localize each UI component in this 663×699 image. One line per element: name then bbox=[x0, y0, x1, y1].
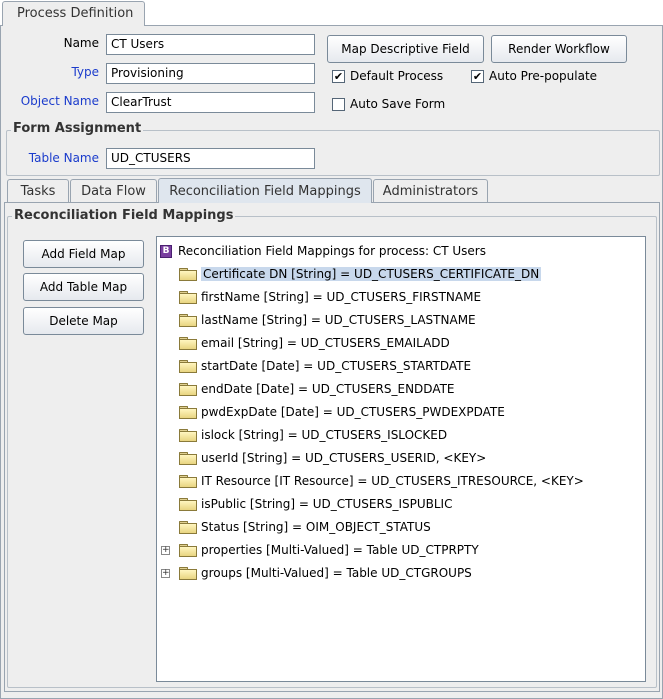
tree-item-label: startDate [Date] = UD_CTUSERS_STARTDATE bbox=[201, 359, 472, 373]
tree-item-label: firstName [String] = UD_CTUSERS_FIRSTNAM… bbox=[201, 290, 482, 304]
tree-item[interactable]: IT Resource [IT Resource] = UD_CTUSERS_I… bbox=[179, 471, 584, 491]
tree-item-label: Certificate DN [String] = UD_CTUSERS_CER… bbox=[201, 267, 542, 281]
tree-item[interactable]: Certificate DN [String] = UD_CTUSERS_CER… bbox=[179, 264, 542, 284]
type-field[interactable]: Provisioning bbox=[106, 63, 315, 84]
folder-icon bbox=[179, 497, 197, 511]
folder-icon bbox=[179, 336, 197, 350]
object-name-label: Object Name bbox=[20, 94, 99, 108]
tree-item-label: endDate [Date] = UD_CTUSERS_ENDDATE bbox=[201, 382, 455, 396]
process-root-icon: B bbox=[160, 244, 172, 258]
folder-icon bbox=[179, 566, 197, 580]
tree-item-label: IT Resource [IT Resource] = UD_CTUSERS_I… bbox=[201, 474, 584, 488]
tree-item[interactable]: email [String] = UD_CTUSERS_EMAILADD bbox=[179, 333, 450, 353]
folder-icon bbox=[179, 520, 197, 534]
mappings-tree[interactable]: B Reconciliation Field Mappings for proc… bbox=[156, 236, 646, 682]
tab-process-definition[interactable]: Process Definition bbox=[2, 1, 145, 26]
folder-icon bbox=[179, 474, 197, 488]
name-field[interactable]: CT Users bbox=[106, 34, 315, 55]
folder-icon bbox=[179, 313, 197, 327]
object-name-field[interactable]: ClearTrust bbox=[106, 92, 315, 113]
tree-item[interactable]: lastName [String] = UD_CTUSERS_LASTNAME bbox=[179, 310, 476, 330]
tree-item[interactable]: properties [Multi-Valued] = Table UD_CTP… bbox=[179, 540, 479, 560]
folder-icon bbox=[179, 267, 197, 281]
delete-map-button[interactable]: Delete Map bbox=[23, 307, 144, 335]
tab-data-flow[interactable]: Data Flow bbox=[70, 179, 157, 202]
tree-item[interactable]: startDate [Date] = UD_CTUSERS_STARTDATE bbox=[179, 356, 471, 376]
auto-save-form-label: Auto Save Form bbox=[350, 97, 446, 111]
tree-item[interactable]: Status [String] = OIM_OBJECT_STATUS bbox=[179, 517, 431, 537]
expand-icon[interactable]: + bbox=[161, 546, 170, 555]
checkmark-icon: ✔ bbox=[471, 69, 484, 83]
tree-item[interactable]: pwdExpDate [Date] = UD_CTUSERS_PWDEXPDAT… bbox=[179, 402, 505, 422]
default-process-checkbox[interactable]: ✔ Default Process bbox=[332, 69, 443, 83]
tree-root[interactable]: B Reconciliation Field Mappings for proc… bbox=[160, 241, 486, 261]
tab-administrators[interactable]: Administrators bbox=[373, 179, 488, 202]
render-workflow-button[interactable]: Render Workflow bbox=[491, 35, 627, 63]
add-table-map-button[interactable]: Add Table Map bbox=[23, 273, 144, 301]
folder-icon bbox=[179, 405, 197, 419]
tree-item-label: islock [String] = UD_CTUSERS_ISLOCKED bbox=[201, 428, 448, 442]
tree-item[interactable]: endDate [Date] = UD_CTUSERS_ENDDATE bbox=[179, 379, 455, 399]
tree-item-label: lastName [String] = UD_CTUSERS_LASTNAME bbox=[201, 313, 476, 327]
folder-icon bbox=[179, 428, 197, 442]
tree-item[interactable]: userId [String] = UD_CTUSERS_USERID, <KE… bbox=[179, 448, 486, 468]
tree-item[interactable]: firstName [String] = UD_CTUSERS_FIRSTNAM… bbox=[179, 287, 481, 307]
tree-item[interactable]: groups [Multi-Valued] = Table UD_CTGROUP… bbox=[179, 563, 472, 583]
type-label: Type bbox=[71, 65, 99, 79]
tree-item-label: groups [Multi-Valued] = Table UD_CTGROUP… bbox=[201, 566, 472, 580]
default-process-label: Default Process bbox=[350, 69, 444, 83]
tree-item-label: Status [String] = OIM_OBJECT_STATUS bbox=[201, 520, 431, 534]
tab-reconciliation-field-mappings[interactable]: Reconciliation Field Mappings bbox=[158, 178, 372, 203]
auto-prepopulate-label: Auto Pre-populate bbox=[489, 69, 598, 83]
folder-icon bbox=[179, 451, 197, 465]
map-descriptive-field-button[interactable]: Map Descriptive Field bbox=[327, 35, 484, 63]
tree-item-label: email [String] = UD_CTUSERS_EMAILADD bbox=[201, 336, 450, 350]
reconciliation-title: Reconciliation Field Mappings bbox=[12, 208, 236, 223]
auto-save-form-checkbox[interactable]: Auto Save Form bbox=[332, 97, 445, 111]
expand-icon[interactable]: + bbox=[161, 569, 170, 578]
checkbox-empty-icon bbox=[332, 97, 345, 111]
form-assignment-group bbox=[6, 130, 660, 176]
tree-item-label: properties [Multi-Valued] = Table UD_CTP… bbox=[201, 543, 479, 557]
table-name-label: Table Name bbox=[28, 151, 99, 165]
tree-item-label: isPublic [String] = UD_CTUSERS_ISPUBLIC bbox=[201, 497, 453, 511]
tree-root-label: Reconciliation Field Mappings for proces… bbox=[178, 244, 486, 258]
folder-icon bbox=[179, 290, 197, 304]
form-assignment-title: Form Assignment bbox=[11, 121, 144, 136]
checkmark-icon: ✔ bbox=[332, 69, 345, 83]
add-field-map-button[interactable]: Add Field Map bbox=[23, 240, 144, 268]
tree-item[interactable]: islock [String] = UD_CTUSERS_ISLOCKED bbox=[179, 425, 447, 445]
tree-item-label: pwdExpDate [Date] = UD_CTUSERS_PWDEXPDAT… bbox=[201, 405, 505, 419]
auto-prepopulate-checkbox[interactable]: ✔ Auto Pre-populate bbox=[471, 69, 597, 83]
tree-item-label: userId [String] = UD_CTUSERS_USERID, <KE… bbox=[201, 451, 487, 465]
table-name-field[interactable]: UD_CTUSERS bbox=[106, 148, 315, 169]
folder-icon bbox=[179, 382, 197, 396]
tab-tasks[interactable]: Tasks bbox=[7, 179, 69, 202]
folder-icon bbox=[179, 359, 197, 373]
name-label: Name bbox=[63, 36, 99, 50]
tree-item[interactable]: isPublic [String] = UD_CTUSERS_ISPUBLIC bbox=[179, 494, 452, 514]
folder-icon bbox=[179, 543, 197, 557]
